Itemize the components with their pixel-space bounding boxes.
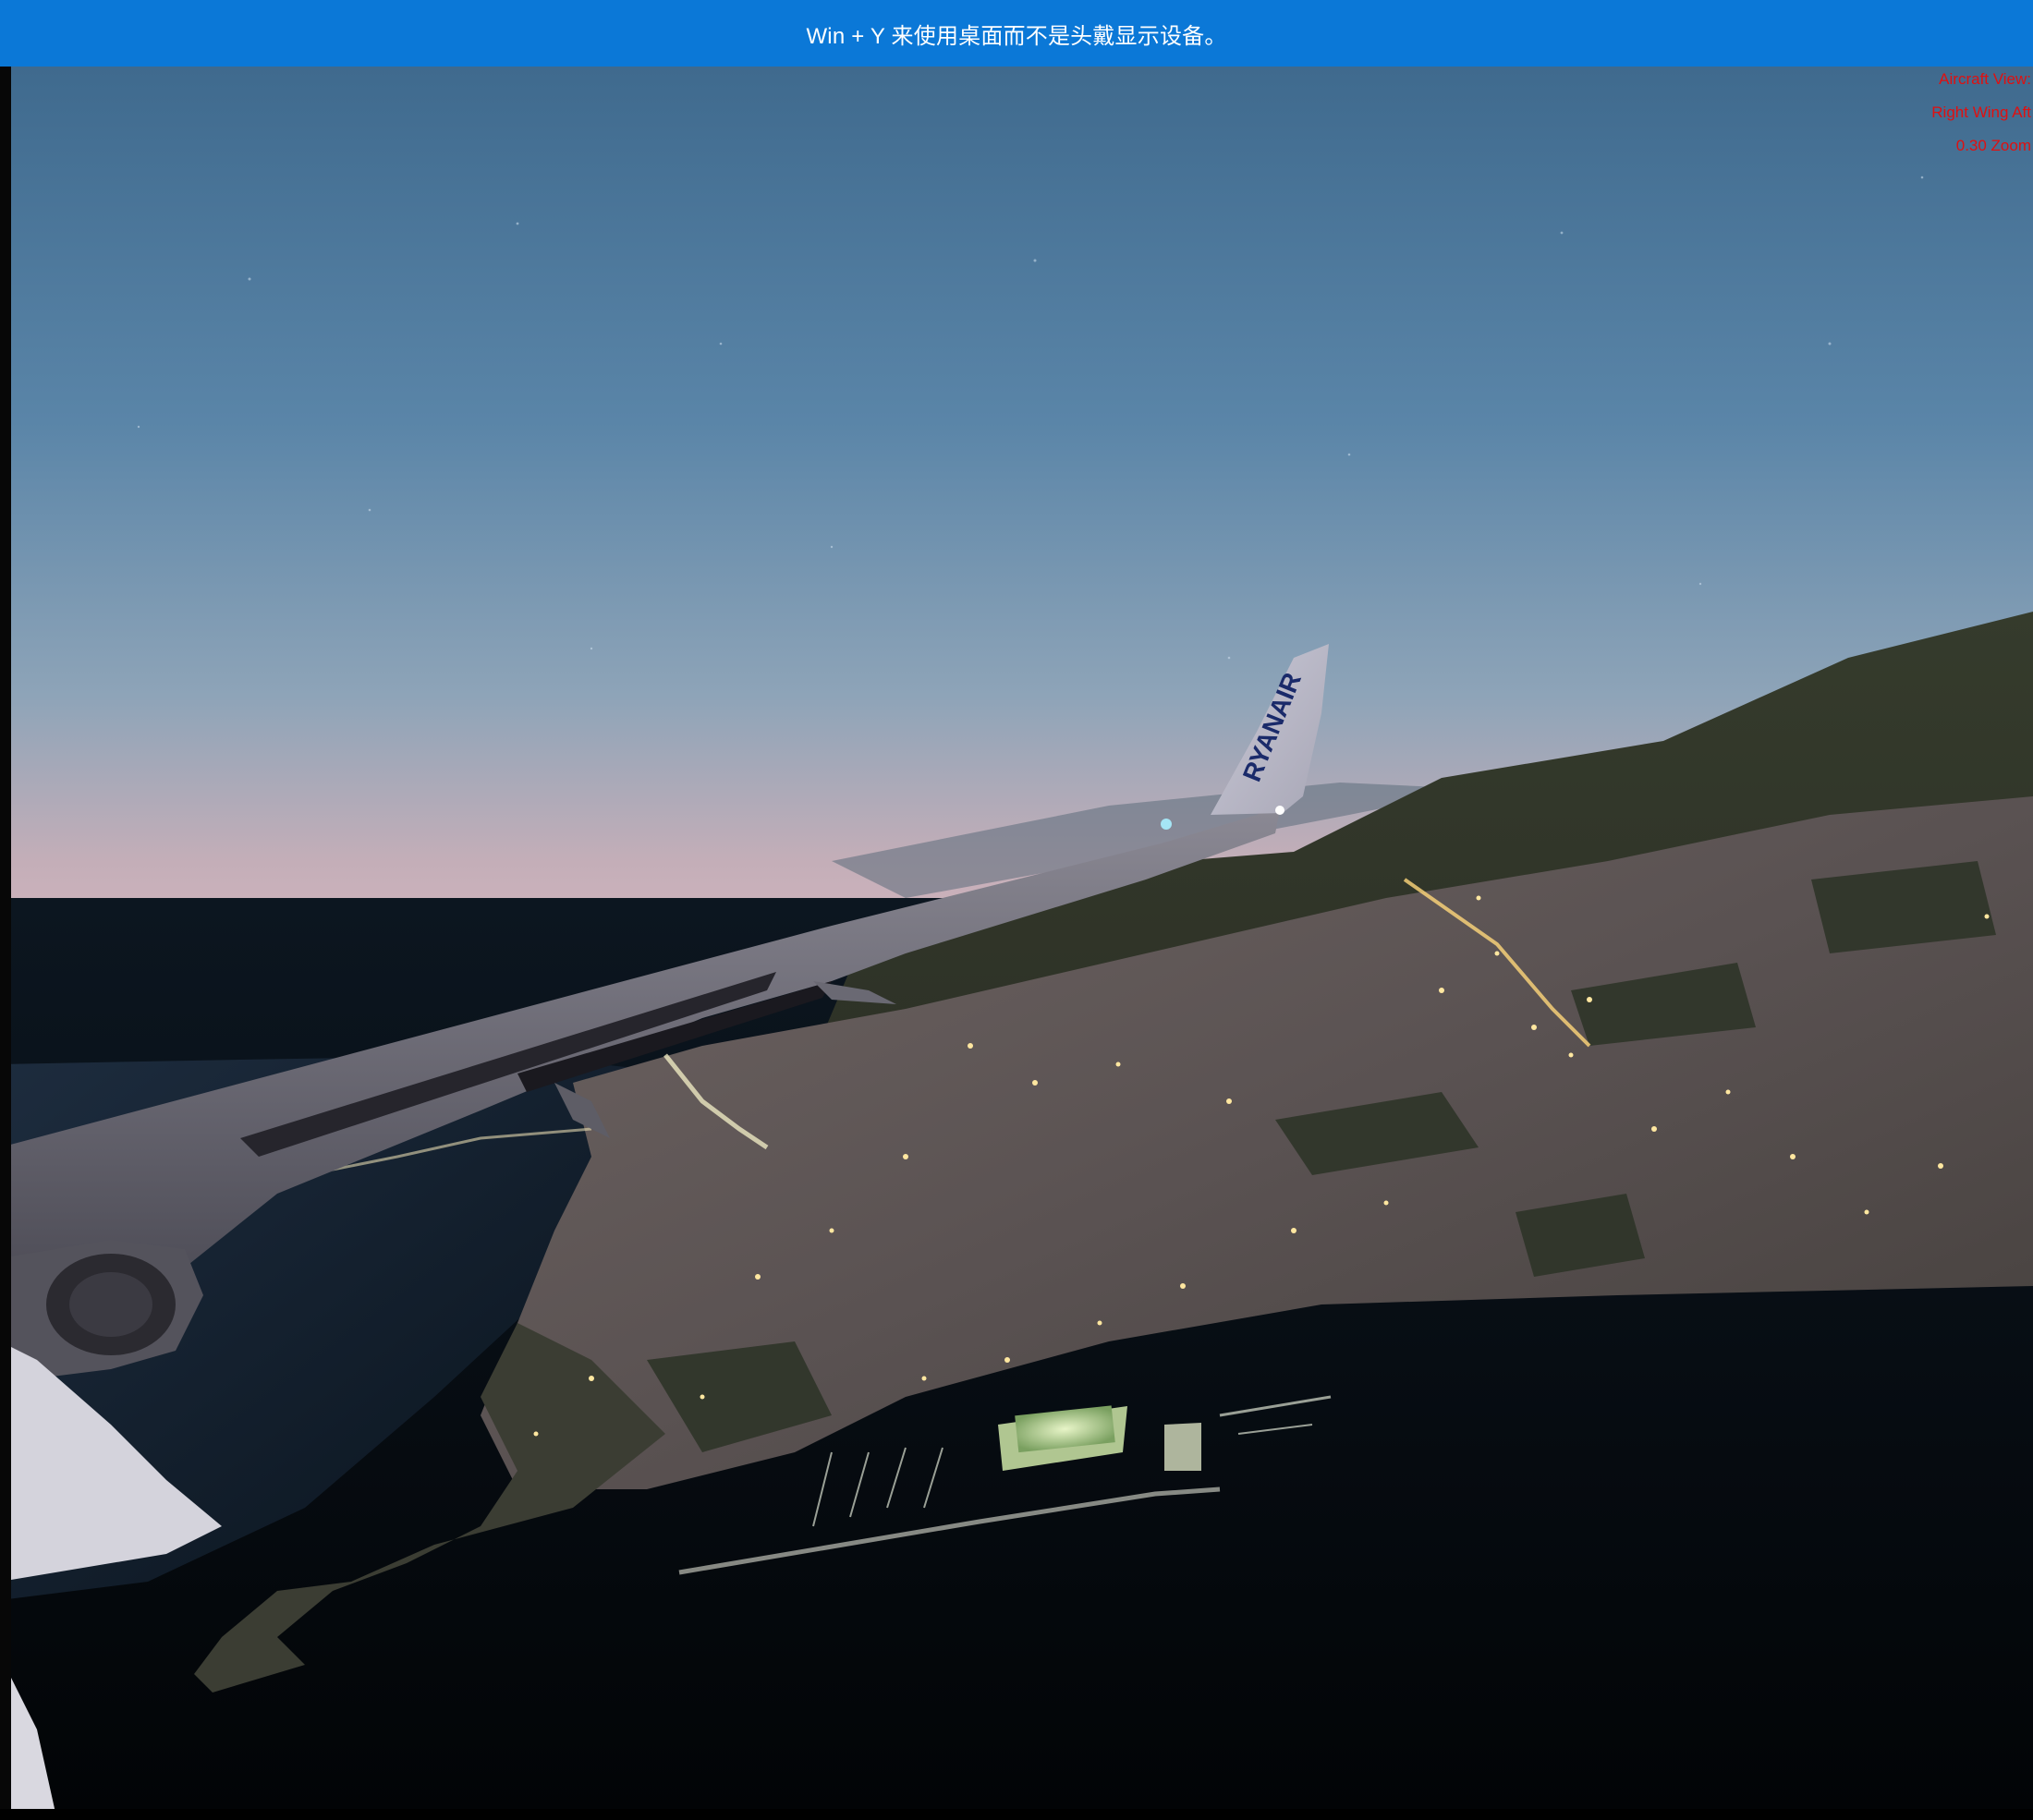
flight-sim-viewport[interactable]: RYANAIR	[0, 67, 2033, 1820]
hud-zoom-level: 0.30 Zoom	[1955, 137, 2031, 154]
hud-view-mode: Aircraft View:	[1939, 70, 2031, 88]
vr-desktop-notification-bar: Win + Y 来使用桌面而不是头戴显示设备。	[0, 0, 2033, 67]
flight-sim-window: RYANAIR Win + Y 来使用桌面而不是头戴显示设备。 Aircraft…	[0, 0, 2033, 1820]
hud-camera-position: Right Wing Aft	[1931, 103, 2031, 121]
nav-light	[1275, 806, 1284, 815]
window-left-edge	[0, 67, 11, 1820]
notification-text: Win + Y 来使用桌面而不是头戴显示设备。	[806, 23, 1227, 49]
window-bottom-edge	[0, 1809, 2033, 1820]
camera-view-readout: Aircraft View: Right Wing Aft 0.30 Zoom	[1931, 63, 2031, 163]
strobe-light	[1161, 819, 1172, 830]
